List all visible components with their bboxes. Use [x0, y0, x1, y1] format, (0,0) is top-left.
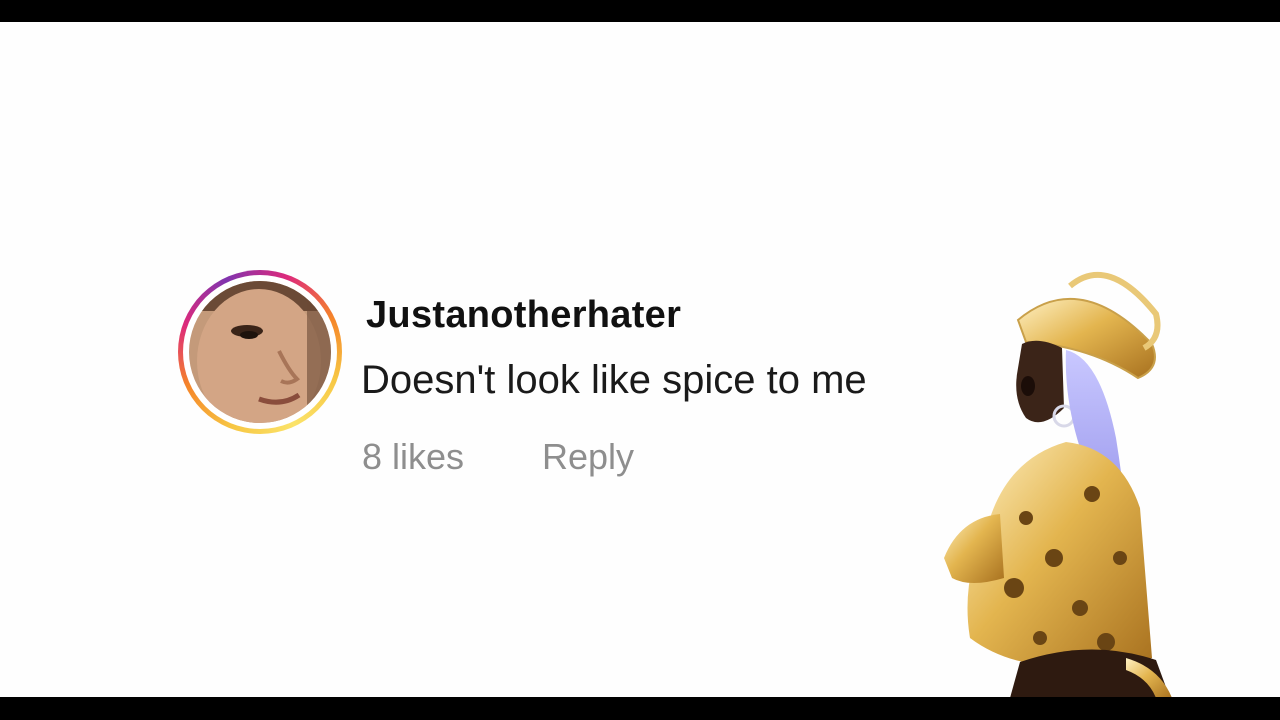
avatar-photo-image: [189, 281, 331, 423]
comment-username[interactable]: Justanotherhater: [366, 294, 681, 337]
comment-item: Justanotherhater Doesn't look like spice…: [178, 270, 998, 477]
video-frame: Justanotherhater Doesn't look like spice…: [0, 22, 1280, 697]
story-ring[interactable]: [178, 270, 342, 434]
avatar[interactable]: [189, 281, 331, 423]
likes-count[interactable]: 8 likes: [362, 436, 464, 478]
performer-cutout-image: [944, 271, 1172, 697]
comment-text: Doesn't look like spice to me: [361, 358, 867, 402]
letterbox-bottom: [0, 697, 1280, 720]
reply-button[interactable]: Reply: [542, 436, 634, 478]
letterbox-top: [0, 0, 1280, 22]
